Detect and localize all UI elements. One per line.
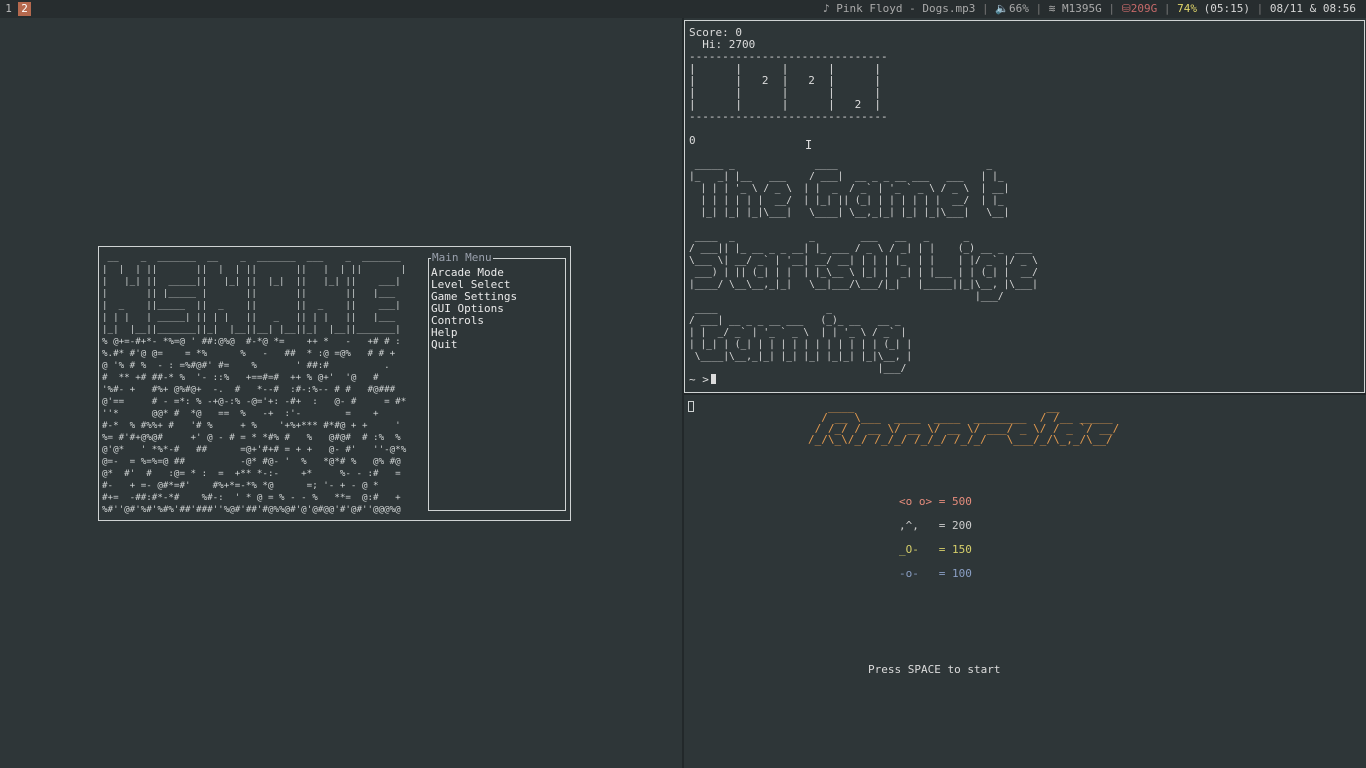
points-value: = 150 — [938, 543, 972, 556]
enemy-glyph: ,^, — [899, 519, 933, 532]
noise-pattern: % @+=-#+*- *%=@ ' ##:@%@ #-*@ *= ++ * - … — [102, 336, 407, 515]
wifi-icon: ≋ — [1048, 2, 1056, 15]
game-grid: ------------------------------ | | | | |… — [689, 50, 888, 123]
press-space-prompt: Press SPACE to start — [868, 663, 1001, 676]
shell-prompt[interactable]: ~ > — [689, 374, 716, 386]
points-row-100: -o- = 100 — [899, 568, 972, 580]
main-menu-box: Main Menu Arcade Mode Level Select Game … — [428, 252, 566, 511]
title-logo-art: __ _ _______ __ _ _______ ___ _ _______ … — [102, 252, 407, 335]
speaker-icon: 🔈 — [995, 2, 1009, 15]
main-menu-title: Main Menu — [431, 251, 493, 264]
prompt-symbol: ~ > — [689, 373, 709, 386]
enemy-glyph: _O- — [899, 543, 933, 556]
zero-output: 0 — [689, 134, 696, 147]
workspace-1-button[interactable]: 1 — [2, 2, 15, 16]
datetime: 08/11 & 08:56 — [1269, 2, 1356, 15]
volume-level: 66% — [1008, 2, 1029, 15]
status-bar: 1 2 ♪ Pink Floyd - Dogs.mp3 | 🔈66% | ≋ M… — [0, 0, 1366, 18]
points-row-150: _O- = 150 — [899, 544, 972, 556]
game-logo-art: ____ __ / __ \___ ____ ____ ________ / /… — [808, 400, 1120, 446]
points-value: = 100 — [938, 567, 972, 580]
disk-free: 209G — [1130, 2, 1158, 15]
banner-ascii-art: _____ _ ____ _ |_ _| |__ ___ / ___| __ _… — [689, 159, 1038, 374]
status-widgets: ♪ Pink Floyd - Dogs.mp3 | 🔈66% | ≋ M1395… — [823, 2, 1356, 15]
wifi-name: M1395G — [1061, 2, 1102, 15]
main-menu-window: __ _ _______ __ _ _______ ___ _ _______ … — [98, 246, 571, 521]
battery-time: (05:15) — [1203, 2, 1251, 15]
terminal-pane[interactable]: Score: 0 Hi: 2700 ----------------------… — [684, 20, 1365, 393]
disk-icon: ⛁ — [1121, 2, 1131, 15]
points-value: = 200 — [938, 519, 972, 532]
title-ascii-art: __ _ _______ __ _ _______ ___ _ _______ … — [102, 252, 406, 516]
battery-level: 74% — [1177, 2, 1198, 15]
now-playing: Pink Floyd - Dogs.mp3 — [836, 2, 976, 15]
music-note-icon: ♪ — [823, 2, 830, 15]
enemy-glyph: -o- — [899, 567, 933, 580]
menu-item-quit[interactable]: Quit — [431, 339, 517, 351]
points-value: = 500 — [938, 495, 972, 508]
points-row-500: <o o> = 500 — [899, 496, 972, 508]
menu-list: Arcade Mode Level Select Game Settings G… — [431, 267, 517, 351]
points-row-200: ,^, = 200 — [899, 520, 972, 532]
mouse-ibeam-icon: I — [805, 138, 813, 152]
enemy-glyph: <o o> — [899, 495, 933, 508]
game-pane[interactable]: ____ __ / __ \___ ____ ____ ________ / /… — [684, 395, 1366, 768]
workspace-2-button[interactable]: 2 — [18, 2, 31, 16]
block-cursor-icon — [688, 401, 694, 412]
text-cursor — [710, 374, 716, 384]
